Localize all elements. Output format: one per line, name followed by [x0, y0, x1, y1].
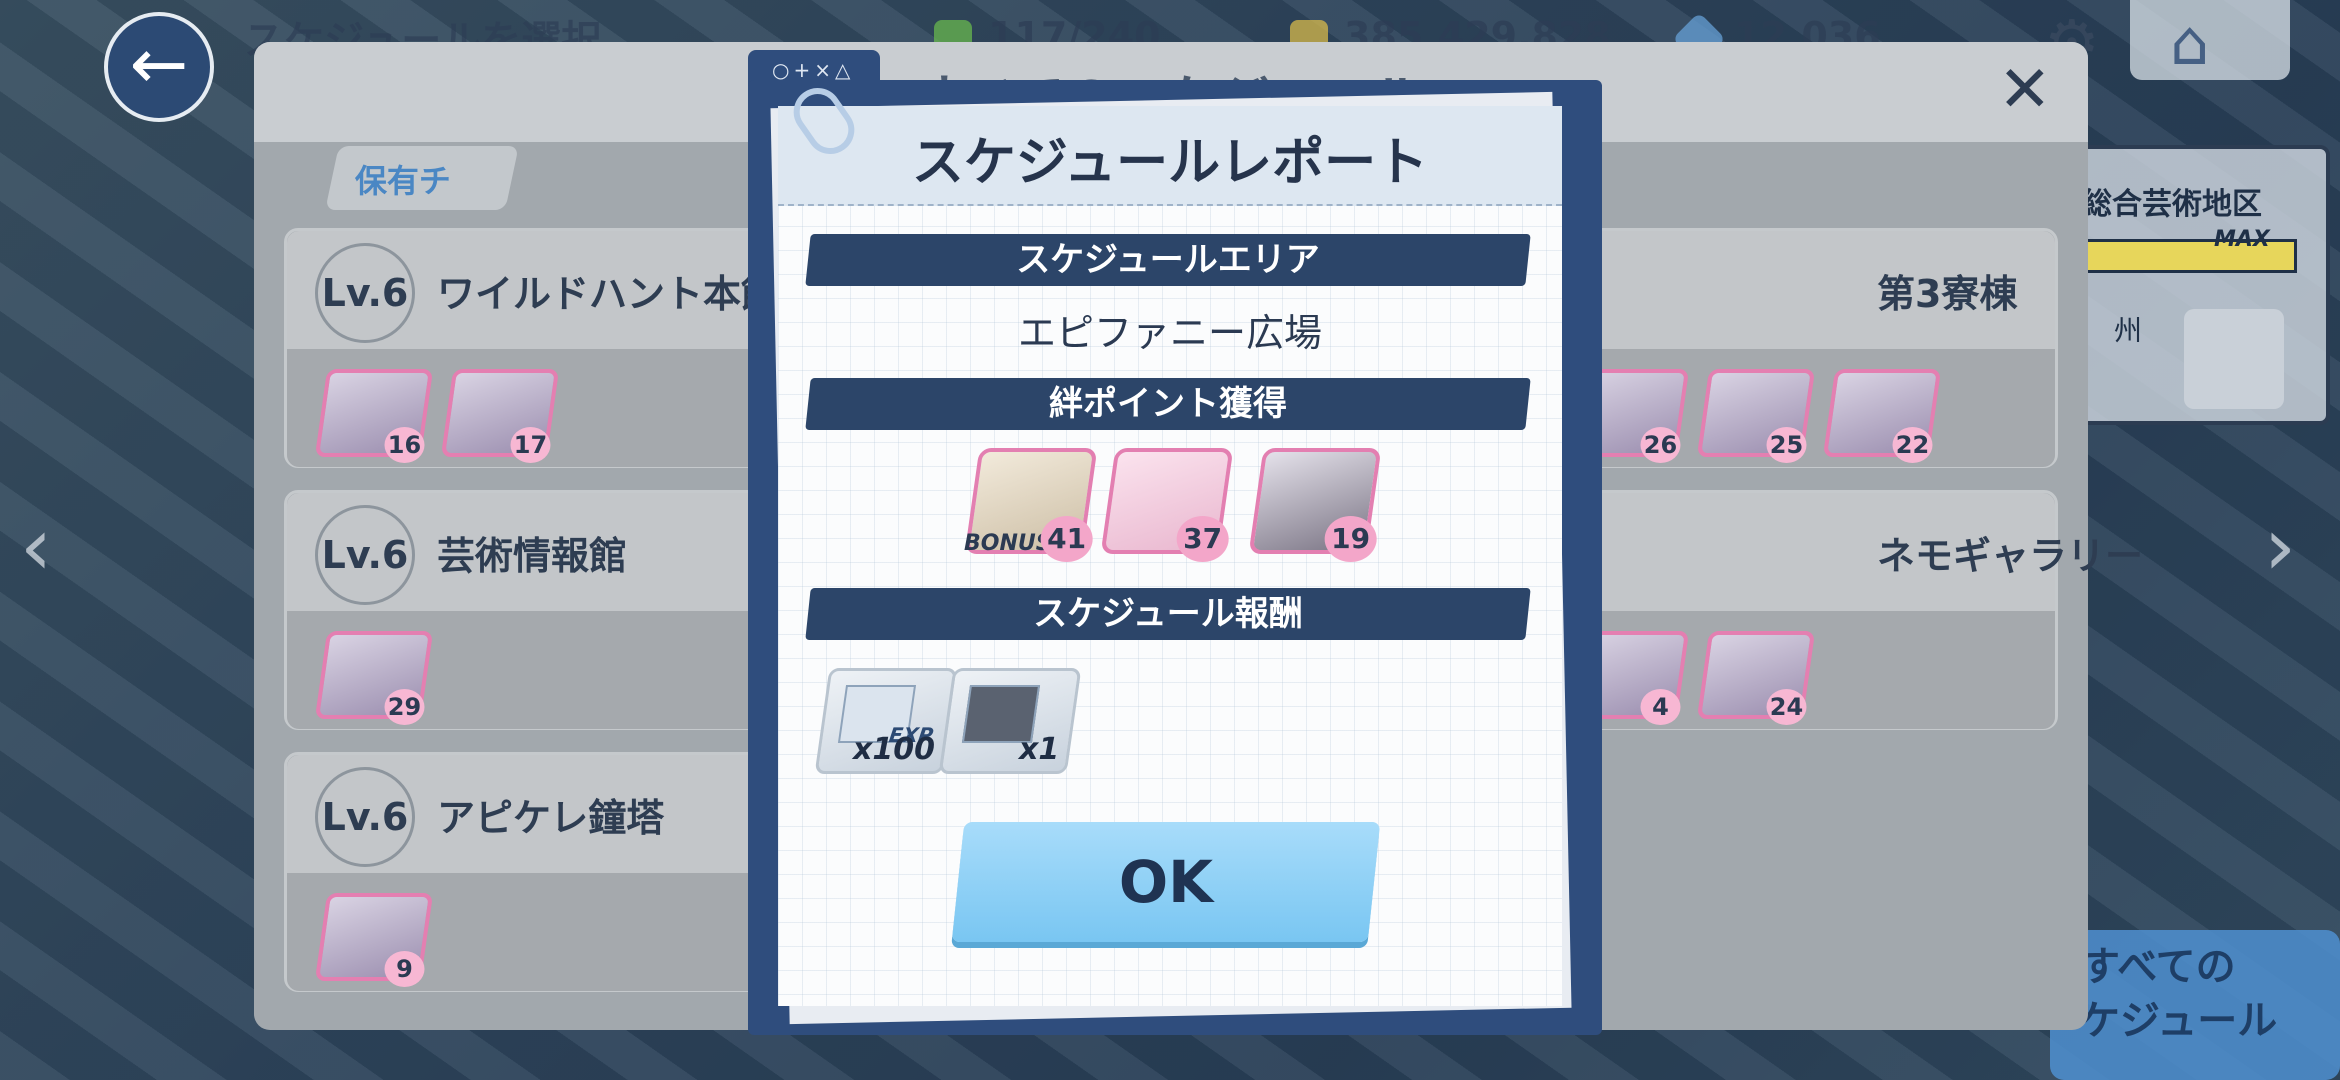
- bond-level-heart: 37: [1176, 516, 1229, 562]
- district-widget[interactable]: 総合芸術地区 MAX 州: [2060, 145, 2330, 425]
- area-name: エピファニー広場: [1017, 311, 1322, 355]
- bond-student-portrait: BONUS 41: [964, 448, 1098, 562]
- dialog-header: スケジュールレポート: [778, 106, 1562, 206]
- close-icon[interactable]: ✕: [1998, 58, 2052, 122]
- location-name: 芸術情報館: [437, 534, 628, 578]
- max-label: MAX: [2214, 227, 2270, 252]
- location-name: アピケレ鐘塔: [437, 796, 665, 840]
- location-level: Lv.6: [315, 505, 415, 605]
- location-name: 第3寮棟: [1877, 272, 2018, 316]
- district-reward-icon: [2184, 309, 2284, 409]
- student-portrait: 24: [1696, 631, 1816, 725]
- reward-heading: スケジュール報酬: [805, 588, 1531, 640]
- bond-heading: 絆ポイント獲得: [805, 378, 1531, 430]
- student-portrait: 9: [314, 893, 434, 987]
- location-level: Lv.6: [315, 767, 415, 867]
- bond-student-portrait: 37: [1100, 448, 1234, 562]
- location-name: ネモギャラリー: [1877, 534, 2144, 578]
- owned-ticket-tab[interactable]: 保有チ: [325, 146, 519, 210]
- reward-quantity: x100: [853, 732, 935, 767]
- location-name: ワイルドハント本館: [437, 272, 780, 316]
- schedule-report-dialog: スケジュールレポート スケジュールエリア エピファニー広場 絆ポイント獲得 BO…: [778, 106, 1562, 1006]
- back-button[interactable]: ←: [104, 12, 214, 122]
- reward-quantity: x1: [1018, 732, 1059, 767]
- reward-item-gift[interactable]: x1: [938, 668, 1082, 774]
- student-portrait: 25: [1696, 369, 1816, 463]
- student-portrait: 29: [314, 631, 434, 725]
- student-portrait: 22: [1822, 369, 1942, 463]
- area-heading: スケジュールエリア: [805, 234, 1531, 286]
- dialog-title: スケジュールレポート: [911, 133, 1429, 193]
- topbar-right-panel: [2130, 0, 2290, 80]
- bond-level-heart: 19: [1324, 516, 1377, 562]
- all-schedule-label: すべての ケジュール: [2080, 944, 2278, 1044]
- bond-student-portrait: 19: [1248, 448, 1382, 562]
- student-portrait: 17: [440, 369, 560, 463]
- home-icon[interactable]: ⌂: [2170, 6, 2209, 79]
- district-name: 総合芸術地区: [2082, 187, 2262, 222]
- bond-level-heart: 41: [1040, 516, 1093, 562]
- chevron-right-icon[interactable]: ›: [2264, 500, 2296, 593]
- location-level: Lv.6: [315, 243, 415, 343]
- bonus-label: BONUS: [964, 531, 1052, 556]
- reward-item-exp-report[interactable]: EXP x100: [814, 668, 958, 774]
- student-portrait: 16: [314, 369, 434, 463]
- district-reward-label: 州: [2114, 314, 2143, 347]
- chevron-left-icon[interactable]: ‹: [20, 500, 52, 593]
- ok-button[interactable]: OK: [951, 822, 1381, 942]
